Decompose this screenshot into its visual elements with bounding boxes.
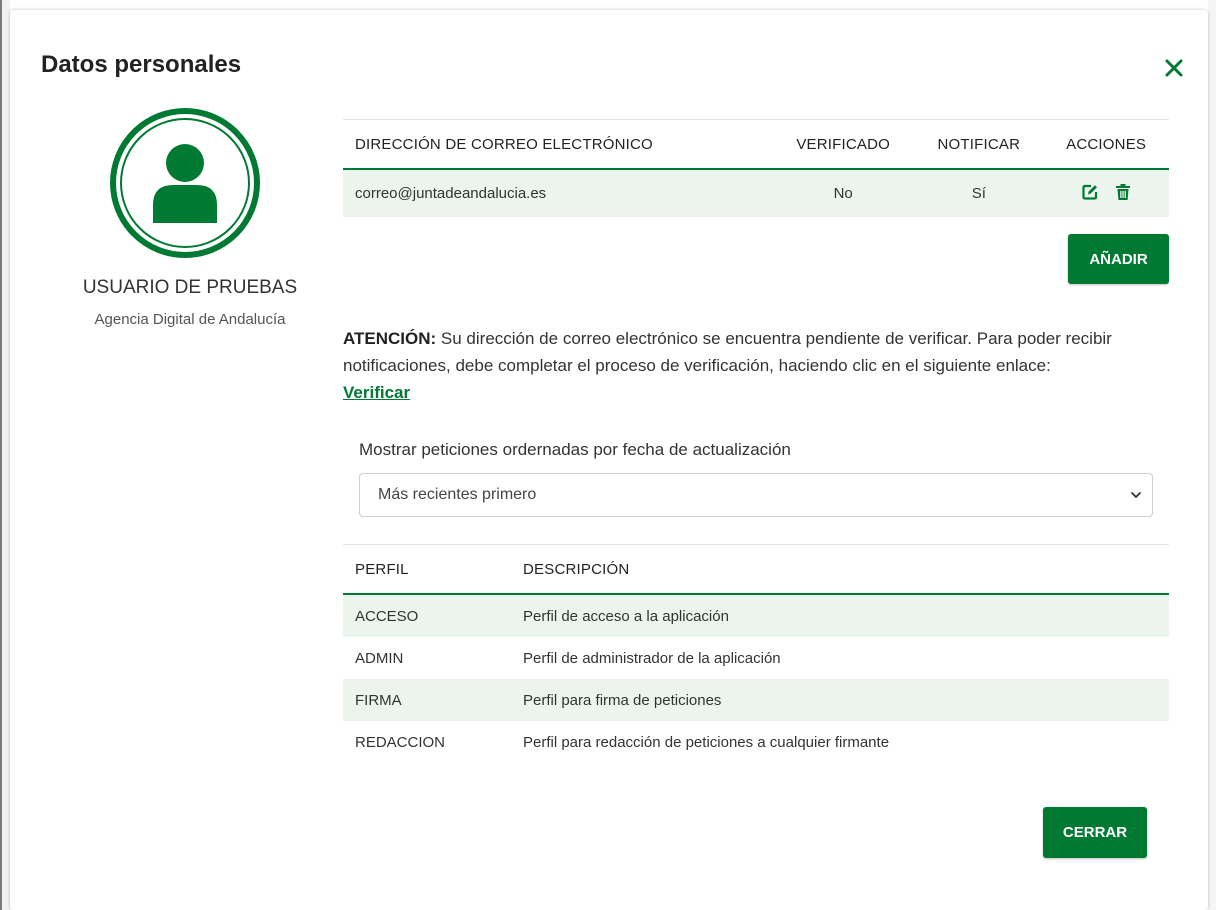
edit-icon[interactable]	[1082, 184, 1098, 204]
user-name: USUARIO DE PRUEBAS	[82, 277, 298, 298]
email-cell: correo@juntadeandalucia.es	[343, 169, 772, 217]
verified-cell: No	[772, 169, 915, 217]
description-cell: Perfil para firma de peticiones	[511, 679, 1169, 721]
notice-text: Su dirección de correo electrónico se en…	[343, 329, 1112, 375]
table-header-row: DIRECCIÓN DE CORREO ELECTRÓNICO VERIFICA…	[343, 119, 1169, 170]
description-cell: Perfil de acceso a la aplicación	[511, 594, 1169, 637]
col-email-header: DIRECCIÓN DE CORREO ELECTRÓNICO	[343, 119, 772, 170]
description-cell: Perfil para redacción de peticiones a cu…	[523, 733, 890, 751]
notice-label: ATENCIÓN:	[343, 329, 437, 348]
col-actions-header: ACCIONES	[1043, 119, 1169, 170]
table-row: FIRMA Perfil para firma de peticiones	[343, 679, 1169, 721]
sort-selected-value: Más recientes primero	[378, 486, 537, 503]
profile-cell: ADMIN	[355, 649, 404, 667]
table-row: ACCESO Perfil de acceso a la aplicación	[343, 594, 1169, 637]
profile-cell: ACCESO	[343, 594, 511, 637]
notify-cell: Sí	[914, 169, 1044, 217]
modal-title: Datos personales	[41, 51, 242, 78]
close-button[interactable]: CERRAR	[1043, 807, 1147, 858]
user-avatar-icon	[110, 108, 260, 258]
verify-link[interactable]: Verificar	[343, 383, 410, 402]
actions-cell	[1043, 169, 1169, 217]
table-header-row: PERFIL DESCRIPCIÓN	[343, 544, 1169, 595]
trash-icon[interactable]	[1116, 183, 1131, 204]
chevron-down-icon	[1131, 492, 1141, 499]
verification-notice: ATENCIÓN: Su dirección de correo electró…	[343, 325, 1173, 406]
add-button[interactable]: AÑADIR	[1068, 234, 1169, 284]
email-table: DIRECCIÓN DE CORREO ELECTRÓNICO VERIFICA…	[343, 119, 1169, 217]
table-row: ADMIN Perfil de administrador de la apli…	[343, 637, 1169, 679]
personal-data-modal: Datos personales USUARIO DE PRUEBAS Agen…	[10, 10, 1208, 910]
description-cell: Perfil de administrador de la aplicación	[523, 649, 781, 667]
backdrop-right	[1208, 0, 1216, 910]
col-profile-header: PERFIL	[343, 544, 511, 595]
table-row: correo@juntadeandalucia.es No Sí	[343, 169, 1169, 217]
close-icon[interactable]	[1158, 52, 1190, 84]
sort-label: Mostrar peticiones ordernadas por fecha …	[359, 440, 791, 459]
profile-table: PERFIL DESCRIPCIÓN ACCESO Perfil de acce…	[343, 544, 1169, 763]
profile-cell: REDACCION	[355, 733, 446, 751]
col-description-header: DESCRIPCIÓN	[511, 544, 1169, 595]
col-notify-header: NOTIFICAR	[914, 119, 1044, 170]
col-verified-header: VERIFICADO	[772, 119, 915, 170]
user-organization: Agencia Digital de Andalucía	[94, 311, 286, 328]
table-row: REDACCION Perfil para redacción de petic…	[343, 721, 1169, 763]
backdrop-left	[0, 0, 10, 910]
profile-cell: FIRMA	[343, 679, 511, 721]
sort-select[interactable]: Más recientes primero	[359, 473, 1153, 517]
